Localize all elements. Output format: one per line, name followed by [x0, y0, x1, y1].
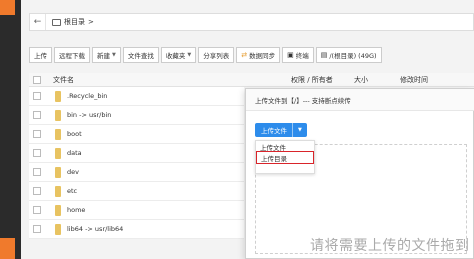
row-checkbox[interactable]	[33, 111, 41, 119]
chevron-down-icon: ▼	[187, 52, 192, 58]
folder-icon	[55, 110, 61, 121]
table-row[interactable]: dev	[29, 163, 244, 182]
toolbar-label: 分享列表	[203, 52, 230, 60]
toolbar-label: 远程下载	[59, 52, 85, 60]
upload-dialog: 上传文件到【/】--- 支持断点续传 上传文件 ▼ 上传文件 上传目录 请将需要…	[245, 88, 474, 259]
file-name[interactable]: dev	[67, 168, 79, 176]
terminal-button[interactable]: ▣ 终端	[282, 47, 314, 63]
table-row[interactable]: boot	[29, 125, 244, 144]
file-name[interactable]: bin -> usr/bin	[67, 111, 111, 119]
toolbar-label: 文件查找	[127, 52, 154, 60]
row-checkbox[interactable]	[33, 130, 41, 138]
breadcrumb-separator: >	[88, 18, 94, 26]
toolbar-label: 上传	[34, 52, 47, 60]
toolbar-label: 收藏夹	[165, 52, 186, 60]
file-name[interactable]: etc	[67, 187, 77, 195]
folder-icon	[52, 18, 61, 26]
file-name[interactable]: lib64 -> usr/lib64	[67, 225, 123, 233]
breadcrumb-root[interactable]: 根目录	[64, 17, 85, 27]
upload-dropdown-menu: 上传文件 上传目录	[255, 140, 315, 174]
favorites-button[interactable]: 收藏夹 ▼	[160, 47, 197, 63]
file-search-button[interactable]: 文件查找	[122, 47, 159, 63]
breadcrumb: 根目录 >	[52, 17, 94, 27]
toolbar: 上传 远程下载 新建 ▼ 文件查找 收藏夹 ▼ 分享列表 ⇄ 数据同步 ▣ 终端 ▤/(…	[29, 47, 382, 63]
column-header-permission[interactable]: 权限 / 所有者	[291, 75, 333, 85]
upload-button-label: 上传文件	[261, 127, 287, 135]
folder-icon	[55, 186, 61, 197]
folder-icon	[55, 205, 61, 216]
remote-download-button[interactable]: 远程下载	[54, 47, 90, 63]
folder-icon	[55, 224, 61, 235]
data-sync-button[interactable]: ⇄ 数据同步	[236, 47, 281, 63]
file-name[interactable]: boot	[67, 130, 82, 138]
arrow-left-icon: ←	[33, 17, 42, 27]
table-row[interactable]: bin -> usr/bin	[29, 106, 244, 125]
file-name[interactable]: home	[67, 206, 85, 214]
path-bar[interactable]: ← 根目录 >	[29, 13, 474, 31]
row-checkbox[interactable]	[33, 168, 41, 176]
folder-icon	[55, 167, 61, 178]
terminal-icon: ▣	[287, 51, 294, 59]
table-row[interactable]: etc	[29, 182, 244, 201]
menu-item-upload-file[interactable]: 上传文件	[256, 141, 314, 152]
folder-icon	[55, 91, 61, 102]
upload-file-button[interactable]: 上传文件 ▼	[255, 123, 307, 137]
dialog-title: 上传文件到【/】--- 支持断点续传	[246, 89, 474, 111]
menu-item-upload-directory[interactable]: 上传目录	[256, 151, 314, 164]
chevron-down-icon[interactable]: ▼	[292, 123, 307, 137]
file-name[interactable]: .Recycle_bin	[67, 92, 107, 100]
sidebar-accent	[0, 0, 15, 15]
disk-icon: ▤	[320, 51, 328, 59]
row-checkbox[interactable]	[33, 206, 41, 214]
sidebar-accent-bottom	[0, 238, 15, 259]
column-header-size[interactable]: 大小	[354, 75, 368, 85]
toolbar-label: 终端	[295, 52, 309, 60]
row-checkbox[interactable]	[33, 92, 41, 100]
table-row[interactable]: data	[29, 144, 244, 163]
file-name[interactable]: data	[67, 149, 82, 157]
table-row[interactable]: lib64 -> usr/lib64	[29, 220, 244, 239]
column-header-name[interactable]: 文件名	[53, 75, 74, 85]
new-button[interactable]: 新建 ▼	[92, 47, 121, 63]
table-row[interactable]: .Recycle_bin	[29, 87, 244, 106]
chevron-down-icon: ▼	[112, 52, 116, 58]
row-checkbox[interactable]	[33, 149, 41, 157]
back-button[interactable]: ←	[30, 14, 46, 30]
toolbar-label: 新建	[97, 52, 110, 60]
drop-zone-hint: 请将需要上传的文件拖到	[310, 238, 470, 254]
row-checkbox[interactable]	[33, 225, 41, 233]
upload-button[interactable]: 上传	[29, 47, 52, 63]
folder-icon	[55, 148, 61, 159]
toolbar-label: 数据同步	[249, 52, 276, 60]
share-list-button[interactable]: 分享列表	[198, 47, 235, 63]
sync-icon: ⇄	[241, 51, 248, 59]
file-list: .Recycle_bin bin -> usr/bin boot data de…	[29, 87, 244, 239]
toolbar-label: /(根目录) (49G)	[329, 52, 377, 60]
left-sidebar-strip	[0, 0, 21, 259]
table-header: 文件名 权限 / 所有者 大小 修改时间	[29, 73, 474, 87]
column-header-mtime[interactable]: 修改时间	[400, 75, 428, 85]
table-row[interactable]: home	[29, 201, 244, 220]
disk-button[interactable]: ▤/(根目录) (49G)	[315, 47, 382, 63]
select-all-checkbox[interactable]	[33, 76, 41, 84]
folder-icon	[55, 129, 61, 140]
row-checkbox[interactable]	[33, 187, 41, 195]
